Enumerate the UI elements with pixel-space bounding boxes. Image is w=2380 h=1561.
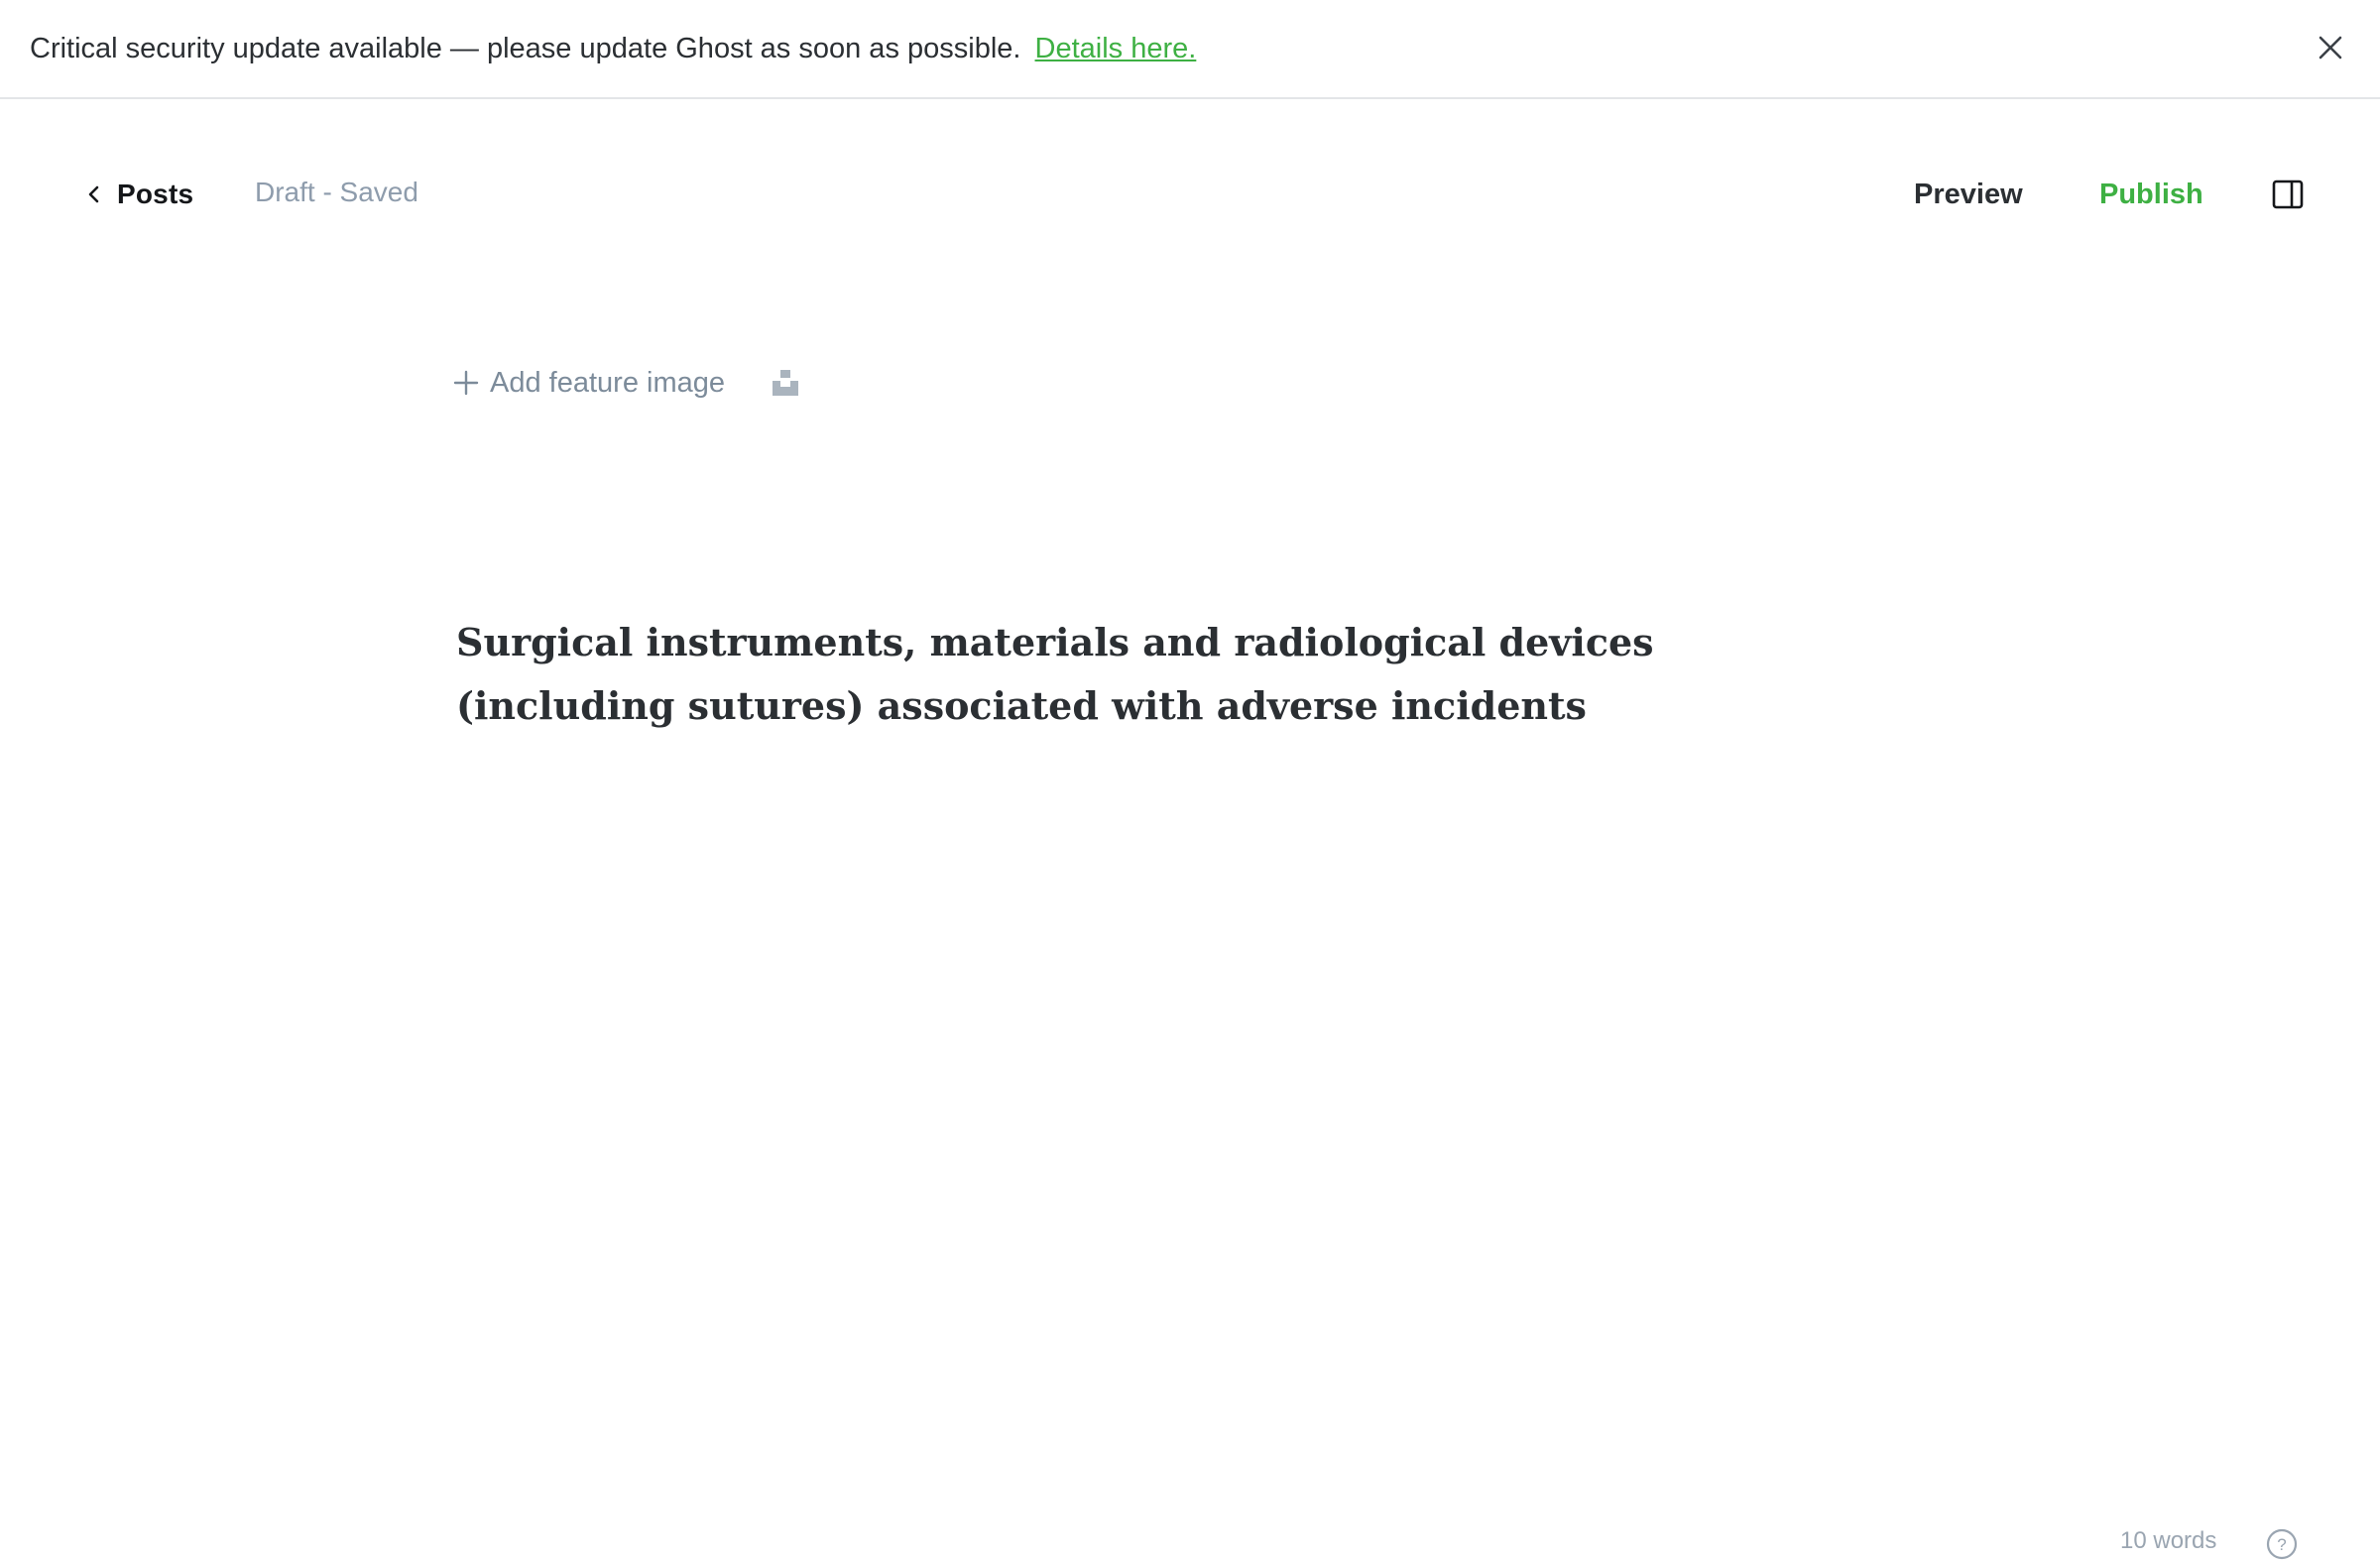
word-count: 10 words <box>2120 1527 2217 1554</box>
preview-button[interactable]: Preview <box>1914 175 2023 214</box>
security-update-banner: Critical security update available — ple… <box>0 0 2380 99</box>
post-title[interactable]: Surgical instruments, materials and radi… <box>456 611 1844 738</box>
plus-icon <box>453 370 479 396</box>
sidebar-toggle-icon[interactable] <box>2271 178 2305 211</box>
chevron-left-icon <box>88 185 99 203</box>
help-icon[interactable]: ? <box>2265 1527 2299 1561</box>
back-to-posts-link[interactable]: Posts <box>83 173 193 216</box>
close-icon[interactable] <box>2311 28 2350 67</box>
back-label: Posts <box>117 179 194 209</box>
banner-message-row: Critical security update available — ple… <box>30 30 1196 67</box>
add-feature-image-label: Add feature image <box>490 366 725 399</box>
svg-text:?: ? <box>2277 1535 2286 1554</box>
banner-details-link[interactable]: Details here. <box>1035 33 1197 64</box>
editor-header: Posts Draft - Saved Preview Publish <box>0 139 2380 248</box>
publish-button[interactable]: Publish <box>2099 175 2203 214</box>
unsplash-icon[interactable] <box>771 368 800 398</box>
post-status: Draft - Saved <box>255 177 418 207</box>
add-feature-image-button[interactable]: Add feature image <box>452 367 725 400</box>
banner-message: Critical security update available — ple… <box>30 33 1021 64</box>
feature-image-controls: Add feature image <box>452 361 800 405</box>
